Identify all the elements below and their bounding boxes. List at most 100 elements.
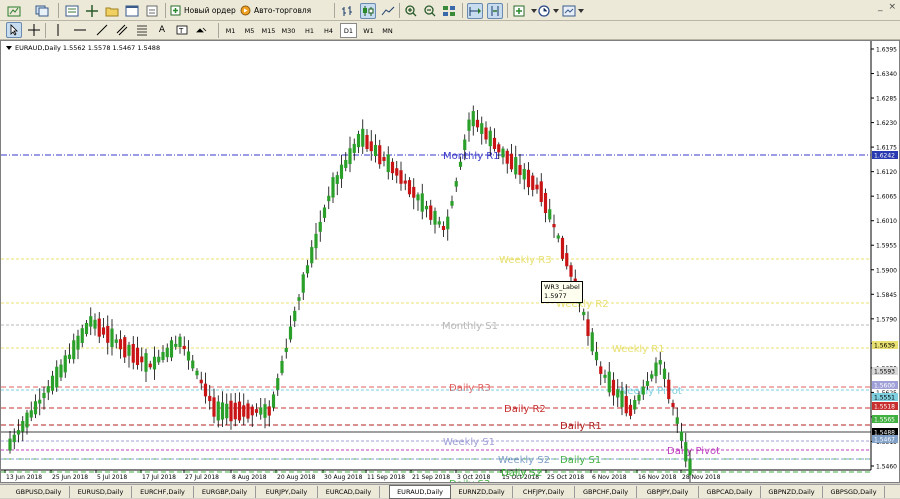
candle-body [382,157,386,161]
candle-body [522,169,526,180]
vertical-line-icon[interactable] [50,22,66,38]
chart-tab-gbpchf[interactable]: GBPCHF,Daily [575,486,637,498]
timeframe-h4[interactable]: H4 [320,23,337,38]
line-chart-icon[interactable] [380,3,396,19]
tile-windows-icon[interactable] [441,3,457,19]
candle-body [21,420,25,432]
fibonacci-icon[interactable] [134,22,150,38]
candle-body [233,402,237,420]
chart-tab-eurusd[interactable]: EURUSD,Daily [70,486,132,498]
crosshair-move-icon[interactable] [84,3,100,19]
candle-body [55,366,59,388]
zoom-in-icon[interactable] [403,3,419,19]
bar-chart-icon[interactable] [340,3,356,19]
time-label: 8 Aug 2018 [232,474,267,481]
timeframe-m30[interactable]: M30 [280,23,297,38]
chart-tab-gbpsgd[interactable]: GBPSGD,Daily [823,486,885,498]
price-label: 1.6395 [876,47,897,54]
close-window-button[interactable]: × [888,2,896,12]
candle-body [628,404,633,416]
trendline-icon[interactable] [94,22,110,38]
candle-body [590,332,594,352]
candle-body [208,395,212,402]
chart-tab-gbpcad[interactable]: GBPCAD,Daily [699,486,761,498]
chart-tab-eurnzd[interactable]: EURNZD,Daily [451,486,513,498]
chart-header-arrow-icon [6,46,12,50]
pivot-level-label: Weekly S1 [443,437,495,448]
candle-body [212,397,216,417]
chart-tab-gbpjpy[interactable]: GBPJPY,Daily [637,486,699,498]
candle-body [552,224,556,228]
timeframe-h1[interactable]: H1 [301,23,318,38]
horizontal-line-icon[interactable] [72,22,88,38]
profiles-icon[interactable] [34,3,50,19]
auto-trading-button[interactable]: Авто-торговля [240,3,311,18]
chart-tab-chfjpy[interactable]: CHFJPY,Daily [513,486,575,498]
arrows-icon[interactable] [194,22,210,38]
price-marker-label: 1.5551 [874,395,895,402]
chart-tab-gbpnzd[interactable]: GBPNZD,Daily [761,486,823,498]
strategy-tester-icon[interactable] [144,3,160,19]
chart-window[interactable]: 1.6395 1.6340 1.6285 1.6230 1.6175 1.6120 1.60… [0,40,900,483]
candle-body [314,233,318,249]
window-icon[interactable] [124,3,140,19]
candle-body [458,161,463,167]
crosshair-icon[interactable] [26,22,42,38]
candle-body [259,407,263,415]
periods-dropdown-icon[interactable] [552,3,560,19]
text-label-icon[interactable]: T [174,22,190,38]
templates-dropdown-icon[interactable] [577,3,585,19]
periods-icon[interactable] [536,3,552,19]
chart-tab-eurjpy[interactable]: EURJPY,Daily [256,486,318,498]
price-label: 1.5790 [876,316,897,323]
price-label: 1.6065 [876,194,897,201]
candle-body [280,360,284,374]
channel-icon[interactable] [114,22,130,38]
chart-tab-eurgbp[interactable]: EURGBP,Daily [194,486,256,498]
candle-body [246,403,250,419]
chart-tab-eurcad[interactable]: EURCAD,Daily [318,486,380,498]
candle-body [539,181,543,202]
timeframe-mn[interactable]: MN [379,23,396,38]
timeframe-m5[interactable]: M5 [241,23,258,38]
candle-body [467,119,471,131]
candlestick-chart-icon[interactable] [360,3,376,19]
timeframe-m15[interactable]: M15 [260,23,277,38]
chart-tab-gbpusd[interactable]: GBPUSD,Daily [8,486,70,498]
candle-body [297,297,301,301]
candle-body [675,417,679,424]
candle-body [127,344,131,356]
chart-tab-euraud[interactable]: EURAUD,Daily [389,485,451,499]
timeframe-d1[interactable]: D1 [340,23,357,38]
candle-body [429,205,433,220]
timeframe-w1[interactable]: W1 [360,23,377,38]
candle-body [518,165,522,175]
restore-window-button[interactable]: _ [878,2,883,12]
candle-body [16,430,21,435]
candle-body [229,400,233,422]
timeframe-m1[interactable]: M1 [222,23,239,38]
candle-body [641,386,645,395]
candle-body [424,205,429,210]
folder-icon[interactable] [104,3,120,19]
candle-body [407,180,412,195]
new-chart-icon[interactable] [6,3,22,19]
indicators-icon[interactable] [512,3,528,19]
time-label: 28 Nov 2018 [682,474,721,481]
candle-body [195,370,199,376]
price-marker-label: 1.5565 [874,417,895,424]
templates-icon[interactable] [561,3,577,19]
auto-scroll-icon[interactable] [467,3,483,19]
market-watch-icon[interactable] [64,3,80,19]
text-tool-icon[interactable]: A [154,22,170,38]
price-chart[interactable]: 1.6395 1.6340 1.6285 1.6230 1.6175 1.6120 1.60… [1,41,899,482]
candle-body [72,340,76,360]
new-order-button[interactable]: Новый ордер [170,3,236,18]
price-marker-label: 1.5639 [874,343,895,350]
chart-shift-icon[interactable] [487,3,503,19]
cursor-icon[interactable] [6,22,22,38]
time-label: 25 Jun 2018 [52,474,88,481]
zoom-out-icon[interactable] [422,3,438,19]
chart-tab-eurchf[interactable]: EURCHF,Daily [132,486,194,498]
candle-body [386,154,390,173]
